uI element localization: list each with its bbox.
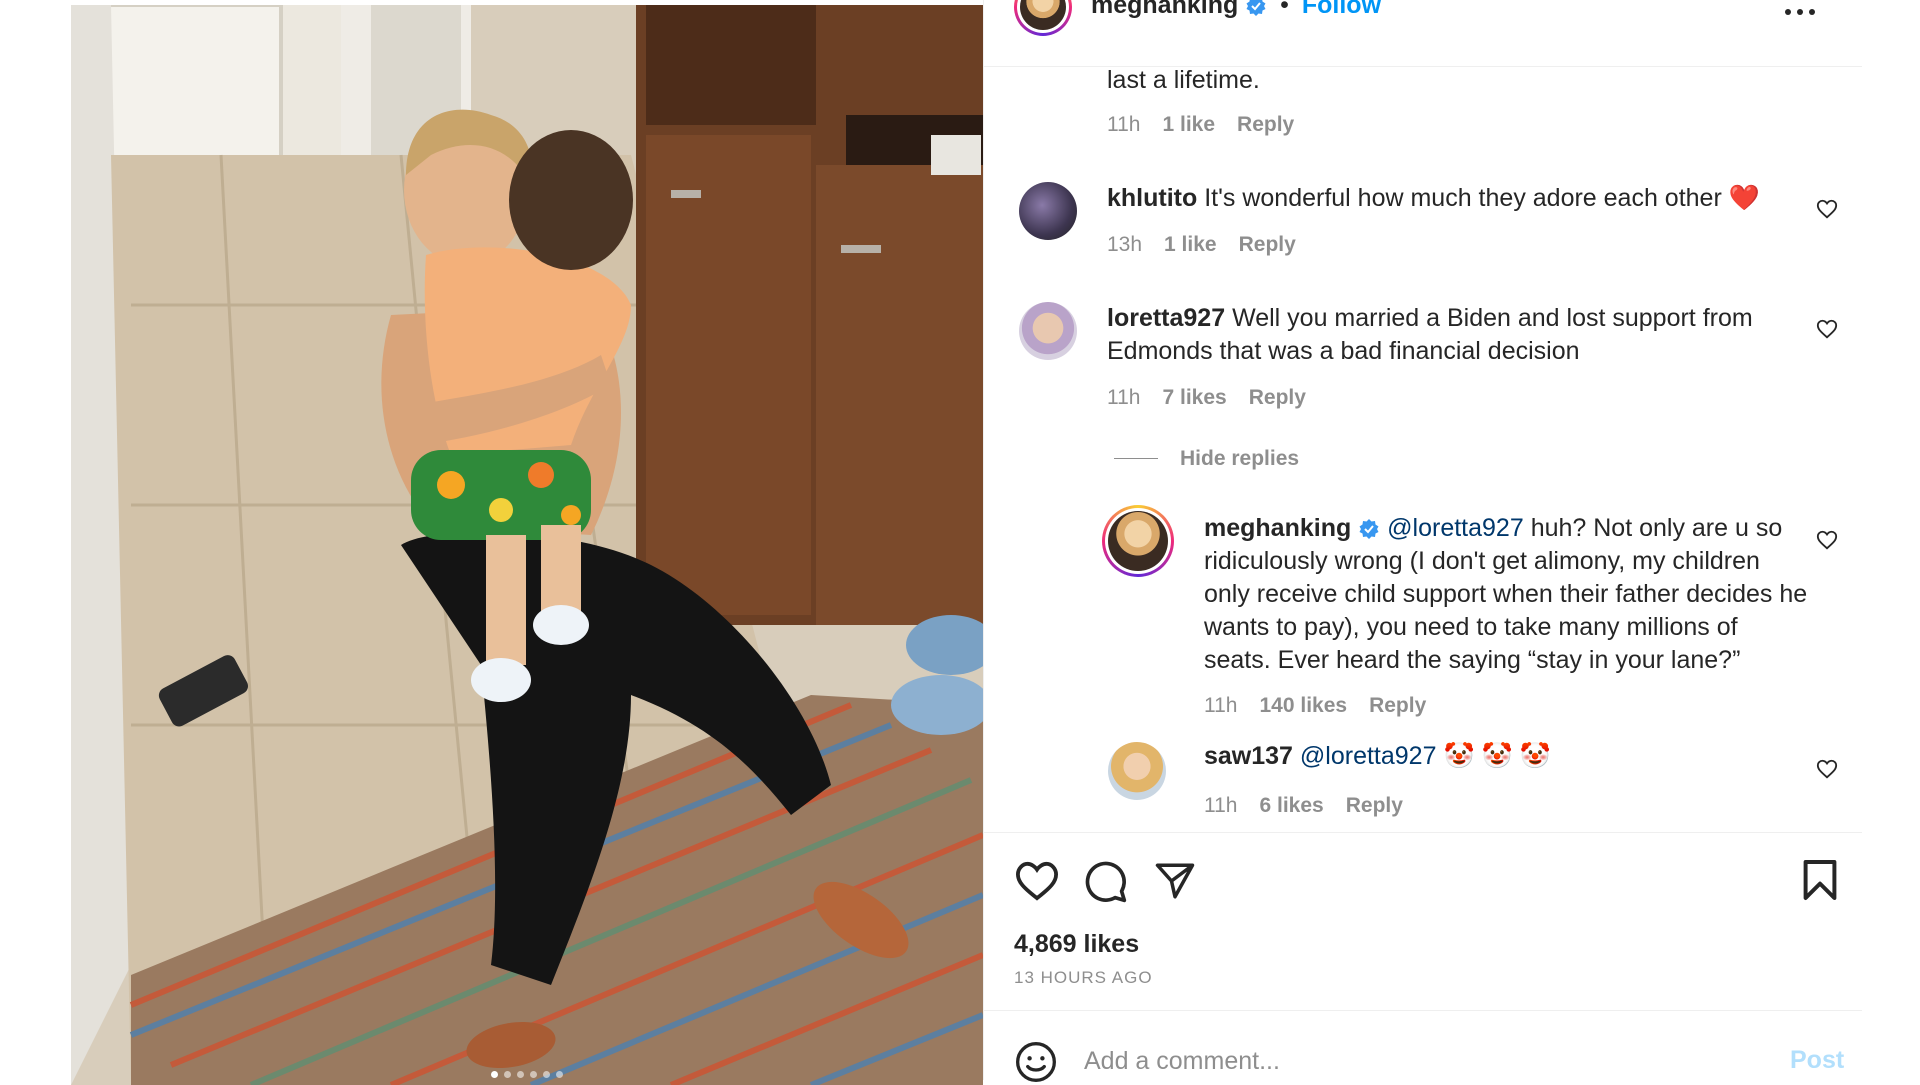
- comment-likes[interactable]: 1 like: [1164, 233, 1217, 257]
- reply-text: ridiculously wrong (I don't get alimony,…: [1204, 547, 1760, 575]
- header-separator: •: [1280, 0, 1289, 19]
- follow-button[interactable]: Follow: [1302, 0, 1381, 19]
- reply-time: 11h: [1204, 794, 1238, 817]
- carousel-dot: [517, 1071, 524, 1078]
- comments-panel: meghanking • Follow last a lifetime. 11h…: [983, 0, 1862, 1082]
- reply-text: huh? Not only are u so: [1530, 514, 1783, 542]
- reply-username[interactable]: saw137: [1204, 742, 1293, 770]
- comment-text: last a lifetime.: [1107, 66, 1260, 94]
- reply-button[interactable]: Reply: [1369, 694, 1426, 718]
- like-comment-heart-icon[interactable]: [1816, 529, 1838, 551]
- comment-time: 13h: [1107, 233, 1143, 256]
- comment-body: loretta927 Well you married a Biden and …: [1107, 302, 1753, 368]
- post-photo: [71, 5, 983, 1085]
- comment-meta: 11h 7 likes Reply: [1107, 386, 1306, 410]
- composer-divider: [984, 1010, 1862, 1011]
- carousel-dot: [556, 1071, 563, 1078]
- reply-body: meghanking @loretta927 huh? Not only are…: [1204, 512, 1807, 677]
- reply-button[interactable]: Reply: [1346, 794, 1403, 818]
- post-header: meghanking • Follow: [984, 0, 1862, 67]
- comment-time: 11h: [1107, 113, 1141, 136]
- share-send-icon[interactable]: [1154, 860, 1196, 902]
- like-comment-heart-icon[interactable]: [1816, 758, 1838, 780]
- reply-button[interactable]: Reply: [1249, 386, 1306, 410]
- comment-icon[interactable]: [1084, 860, 1128, 904]
- commenter-avatar[interactable]: [1019, 302, 1077, 360]
- comment-body: khlutito It's wonderful how much they ad…: [1107, 182, 1760, 215]
- carousel-dot: [543, 1071, 550, 1078]
- like-comment-heart-icon[interactable]: [1816, 318, 1838, 340]
- carousel-dot: [504, 1071, 511, 1078]
- reply-text: only receive child support when their fa…: [1204, 580, 1808, 608]
- reply-time: 11h: [1204, 694, 1238, 717]
- actions-divider: [984, 832, 1862, 833]
- comment-text: Well you married a Biden and lost suppor…: [1232, 304, 1753, 332]
- verified-badge-icon: [1359, 519, 1379, 540]
- post-comment-button[interactable]: Post: [1790, 1046, 1844, 1075]
- add-comment-input[interactable]: [1082, 1040, 1736, 1082]
- likes-count[interactable]: 4,869 likes: [1014, 930, 1139, 959]
- reply-avatar[interactable]: [1102, 505, 1174, 577]
- commenter-username[interactable]: loretta927: [1107, 304, 1225, 332]
- comment-text: Edmonds that was a bad financial decisio…: [1107, 337, 1580, 365]
- save-bookmark-icon[interactable]: [1802, 858, 1838, 902]
- verified-badge-icon: [1246, 0, 1266, 17]
- like-comment-heart-icon[interactable]: [1816, 198, 1838, 220]
- reply-avatar[interactable]: [1108, 742, 1166, 800]
- author-avatar[interactable]: [1014, 0, 1072, 36]
- commenter-username[interactable]: khlutito: [1107, 184, 1197, 212]
- reply-button[interactable]: Reply: [1239, 233, 1296, 257]
- mention-link[interactable]: @loretta927: [1387, 514, 1524, 542]
- carousel-dot: [530, 1071, 537, 1078]
- emoji-smiley-icon[interactable]: [1014, 1040, 1058, 1084]
- reply-username[interactable]: meghanking: [1204, 514, 1351, 542]
- more-horizontal-icon[interactable]: [1782, 6, 1818, 18]
- clown-emoji: 🤡 🤡 🤡: [1443, 742, 1551, 770]
- hide-replies-button[interactable]: Hide replies: [1180, 447, 1299, 471]
- reply-button[interactable]: Reply: [1237, 113, 1294, 137]
- post-time-ago: 13 HOURS AGO: [1014, 968, 1153, 987]
- like-heart-icon[interactable]: [1014, 860, 1060, 902]
- reply-text: seats. Ever heard the saying “stay in yo…: [1204, 646, 1741, 674]
- reply-meta: 11h 140 likes Reply: [1204, 694, 1426, 718]
- mention-link[interactable]: @loretta927: [1300, 742, 1437, 770]
- comment-text: It's wonderful how much they adore each …: [1204, 184, 1722, 212]
- comment-meta: 13h 1 like Reply: [1107, 233, 1296, 257]
- photo-image: [71, 5, 983, 1085]
- author-username[interactable]: meghanking: [1091, 0, 1238, 19]
- reply-likes[interactable]: 140 likes: [1259, 694, 1347, 718]
- carousel-dot: [491, 1071, 498, 1078]
- comment-meta: 11h 1 like Reply: [1107, 113, 1294, 137]
- reply-text: wants to pay), you need to take many mil…: [1204, 613, 1738, 641]
- carousel-indicator: [71, 1071, 983, 1078]
- comment-time: 11h: [1107, 386, 1141, 409]
- reply-body: saw137 @loretta927 🤡 🤡 🤡: [1204, 740, 1551, 773]
- comment-likes[interactable]: 7 likes: [1162, 386, 1226, 410]
- comment-likes[interactable]: 1 like: [1162, 113, 1215, 137]
- heart-emoji: ❤️: [1728, 184, 1760, 212]
- reply-likes[interactable]: 6 likes: [1259, 794, 1323, 818]
- reply-meta: 11h 6 likes Reply: [1204, 794, 1403, 818]
- commenter-avatar[interactable]: [1019, 182, 1077, 240]
- replies-divider: [1114, 458, 1158, 459]
